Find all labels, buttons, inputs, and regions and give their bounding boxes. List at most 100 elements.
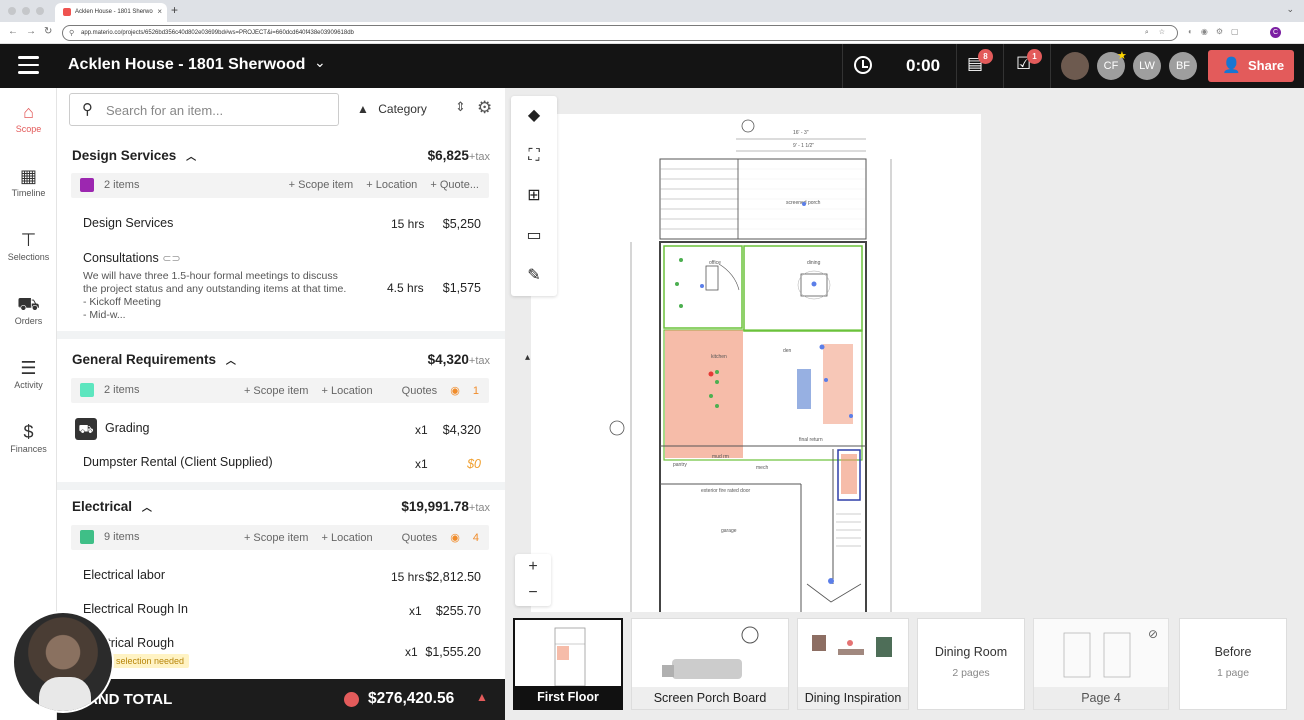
item-amount: $2,812.50 xyxy=(425,570,481,584)
zoom-out-icon[interactable]: − xyxy=(515,580,551,606)
add-location-button[interactable]: + Location xyxy=(366,179,417,191)
favicon-icon xyxy=(63,8,71,16)
tab-search-icon[interactable]: ⌄ xyxy=(1286,4,1294,15)
plan-canvas[interactable]: screened porch 16' - 3" 9' - 1 1/2" kitc… xyxy=(505,88,1304,621)
header-divider xyxy=(1050,44,1051,88)
clock-icon[interactable] xyxy=(854,56,872,74)
list-item[interactable]: ⛟ Grading x1 $4,320 xyxy=(71,418,489,448)
thumbnail-preview xyxy=(554,627,586,687)
section-amount: $6,825+tax xyxy=(427,148,490,163)
bookmark-star-icon[interactable]: ⌕ ☆ xyxy=(1145,28,1169,37)
add-scope-item-button[interactable]: + Scope item xyxy=(244,532,309,544)
add-quote-button[interactable]: + Quote... xyxy=(430,179,479,191)
list-item[interactable]: Electrical Rough In x1 $255.70 xyxy=(71,601,489,629)
search-placeholder: Search for an item... xyxy=(106,103,224,118)
dollar-icon: $ xyxy=(23,422,34,442)
home-icon: ⌂ xyxy=(23,102,34,122)
color-swatch[interactable] xyxy=(80,530,94,544)
nav-label: Timeline xyxy=(11,188,46,198)
item-quantity: x1 xyxy=(405,645,418,659)
thumbnail-before[interactable]: Before 1 page xyxy=(1179,618,1287,710)
menu-icon[interactable] xyxy=(18,56,39,74)
quotes-button[interactable]: Quotes ◉ 4 xyxy=(392,532,479,544)
section-header-general-requirements[interactable]: General Requirements ︿ $4,320+tax xyxy=(72,352,490,374)
pen-icon[interactable]: ✎ xyxy=(511,256,557,296)
reload-icon[interactable]: ↻ xyxy=(44,26,52,37)
thumbnail-first-floor[interactable]: First Floor xyxy=(513,618,623,710)
ruler-icon[interactable]: ▭ xyxy=(511,216,557,256)
thumbnail-page-4[interactable]: ⊘ Page 4 xyxy=(1033,618,1169,710)
search-input[interactable]: ⚲ Search for an item... xyxy=(69,93,339,126)
nav-label: Finances xyxy=(10,444,47,454)
add-scope-item-button[interactable]: + Scope item xyxy=(289,179,354,191)
label-fire-door: exterior fire rated door xyxy=(701,488,751,494)
site-info-icon[interactable]: ⚲ xyxy=(69,29,74,37)
share-button[interactable]: 👤 Share xyxy=(1208,50,1294,82)
zoom-in-icon[interactable]: + xyxy=(515,554,551,580)
section-header-electrical[interactable]: Electrical ︿ $19,991.78+tax xyxy=(72,499,490,521)
fit-screen-icon[interactable]: ⛶ xyxy=(511,136,557,176)
nav-finances[interactable]: $ Finances xyxy=(0,422,57,454)
window-minimize-dot[interactable] xyxy=(22,7,30,15)
chevron-down-icon[interactable]: ⌄ xyxy=(314,54,326,71)
chevron-up-icon[interactable]: ︿ xyxy=(226,356,236,367)
extension-icons[interactable]: ◐◉⚙▢ xyxy=(1188,27,1247,36)
new-tab-icon[interactable]: + xyxy=(171,3,178,17)
nav-timeline[interactable]: ▦ Timeline xyxy=(0,166,57,198)
grand-total-bar[interactable]: AND TOTAL $276,420.56 ▲ xyxy=(57,679,505,720)
avatar-photo[interactable] xyxy=(1061,52,1089,80)
item-quantity: 4.5 hrs xyxy=(387,281,424,295)
chevron-up-icon[interactable]: ︿ xyxy=(186,152,196,163)
item-name: Grading xyxy=(105,421,150,435)
close-tab-icon[interactable]: × xyxy=(157,7,162,16)
quotes-count: 4 xyxy=(472,532,479,544)
plan-sheet: screened porch 16' - 3" 9' - 1 1/2" kitc… xyxy=(531,114,981,621)
window-close-dot[interactable] xyxy=(8,7,16,15)
add-location-button[interactable]: + Location xyxy=(322,385,373,397)
back-icon[interactable]: ← xyxy=(8,26,18,37)
browser-tab[interactable]: Acklen House - 1801 Sherwo × xyxy=(55,3,167,22)
add-location-button[interactable]: + Location xyxy=(322,532,373,544)
timer-display[interactable]: 0:00 xyxy=(906,56,940,76)
quotes-button[interactable]: Quotes ◉ 1 xyxy=(392,385,479,397)
gear-icon[interactable]: ⚙ xyxy=(477,98,492,118)
thumbnail-dining-inspiration[interactable]: Dining Inspiration xyxy=(797,618,909,710)
nav-scope[interactable]: ⌂ Scope xyxy=(0,102,57,134)
webcam-overlay[interactable] xyxy=(12,611,114,713)
thumbnail-screen-porch-board[interactable]: Screen Porch Board xyxy=(631,618,789,710)
color-swatch[interactable] xyxy=(80,383,94,397)
selection-needed-tag: selection needed xyxy=(111,654,190,668)
list-item[interactable]: Electrical Rough selection needed x1 $1,… xyxy=(71,635,489,675)
color-swatch[interactable] xyxy=(80,178,94,192)
window-zoom-dot[interactable] xyxy=(36,7,44,15)
nav-selections[interactable]: ⊤ Selections xyxy=(0,230,57,262)
thumbnail-caption: Page 4 xyxy=(1034,687,1168,709)
thumbnail-dining-room[interactable]: Dining Room 2 pages xyxy=(917,618,1025,710)
nav-orders[interactable]: ⛟ Orders xyxy=(0,294,57,326)
add-markup-icon[interactable]: ⊞ xyxy=(511,176,557,216)
profile-icon[interactable]: C xyxy=(1270,27,1281,38)
collapse-all-icon[interactable]: ⇕ xyxy=(455,99,466,115)
category-dropdown[interactable]: ▲ Category xyxy=(357,102,427,116)
thumbnail-caption: Screen Porch Board xyxy=(632,687,788,709)
eye-icon: ◉ xyxy=(450,532,460,544)
chevron-up-icon[interactable]: ▲ xyxy=(476,690,488,704)
section-header-design-services[interactable]: Design Services ︿ $6,825+tax xyxy=(72,148,490,170)
avatar-lw[interactable]: LW xyxy=(1133,52,1161,80)
thumbnail-page-count: 2 pages xyxy=(952,667,990,679)
add-scope-item-button[interactable]: + Scope item xyxy=(244,385,309,397)
url-input[interactable]: ⚲ app.materio.co/projects/6526bd356c40d8… xyxy=(62,25,1178,41)
layers-icon[interactable]: ◆ xyxy=(511,96,557,136)
list-item[interactable]: Consultations ⊂⊃ We will have three 1.5-… xyxy=(71,249,489,329)
project-title[interactable]: Acklen House - 1801 Sherwood xyxy=(68,56,305,74)
calendar-icon: ▦ xyxy=(19,166,37,186)
list-item[interactable]: Design Services 15 hrs $5,250 xyxy=(71,214,489,244)
header-divider xyxy=(1003,44,1004,88)
chevron-up-icon[interactable]: ︿ xyxy=(142,503,152,514)
list-item[interactable]: Electrical labor 15 hrs $2,812.50 xyxy=(71,567,489,595)
hidden-eye-icon[interactable]: ⊘ xyxy=(1148,627,1158,641)
avatar-bf[interactable]: BF xyxy=(1169,52,1197,80)
forward-icon[interactable]: → xyxy=(26,26,36,37)
list-item[interactable]: Dumpster Rental (Client Supplied) x1 $0 xyxy=(71,454,489,482)
nav-activity[interactable]: ☰ Activity xyxy=(0,358,57,390)
